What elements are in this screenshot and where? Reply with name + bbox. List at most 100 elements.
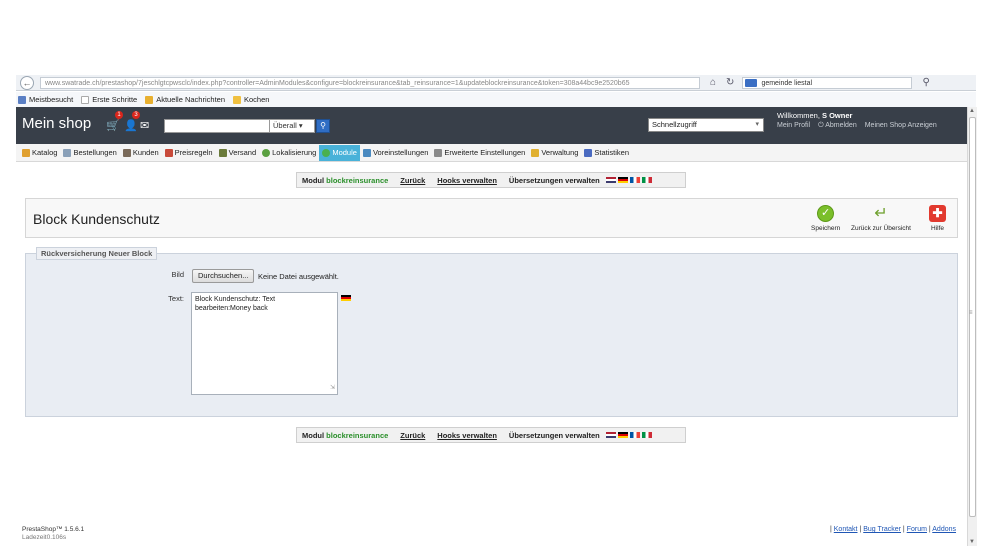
admin-header: Mein shop 🛒 1 👤 3 ✉ Überall ▾ ⚲ Schnellz… [16, 107, 967, 144]
flag-fr-icon[interactable] [629, 432, 640, 438]
back-to-overview-button[interactable]: ↵ Zurück zur Übersicht [851, 205, 911, 232]
tab-verwaltung[interactable]: Verwaltung [528, 145, 581, 161]
scroll-up-icon[interactable]: ▲ [969, 108, 975, 114]
help-button[interactable]: ✚ Hilfe [929, 205, 946, 232]
orders-icon [63, 148, 72, 157]
welcome-text: Willkommen, S Owner [777, 111, 853, 120]
key-icon[interactable]: ⚲ [922, 77, 929, 88]
tab-katalog[interactable]: Katalog [19, 145, 60, 161]
flag-de-icon[interactable] [617, 432, 628, 438]
quick-access-select[interactable]: Schnellzugriff ▾ [648, 118, 764, 132]
tab-bestellungen[interactable]: Bestellungen [60, 145, 119, 161]
view-shop-link[interactable]: Meinen Shop Anzeigen [865, 122, 937, 130]
image-label: Bild [171, 270, 184, 279]
tab-kunden[interactable]: Kunden [120, 145, 162, 161]
admin-search-input[interactable] [164, 119, 270, 133]
language-flag-icon[interactable] [341, 295, 351, 301]
shop-title[interactable]: Mein shop [22, 115, 91, 132]
bug-tracker-link[interactable]: Bug Tracker [863, 526, 901, 533]
customer-icon[interactable]: 👤 [124, 119, 138, 132]
save-button[interactable]: ✓ Speichern [811, 205, 840, 232]
module-bar-top: Modul blockreinsurance Zurück Hooks verw… [296, 172, 686, 188]
flag-en-icon[interactable] [605, 432, 616, 438]
load-time-text: Ladezeit0.106s [22, 534, 67, 541]
back-link[interactable]: Zurück [400, 176, 425, 185]
catalog-icon [22, 148, 30, 157]
header-links: Mein Profil ⏻ Abmelden Meinen Shop Anzei… [777, 122, 937, 130]
translation-flags [605, 177, 652, 183]
page-icon [81, 95, 90, 104]
localization-icon [262, 148, 271, 157]
flag-it-icon[interactable] [641, 432, 652, 438]
key-icon [531, 148, 540, 157]
manage-hooks-link[interactable]: Hooks verwalten [437, 176, 497, 185]
browse-file-button[interactable]: Durchsuchen... [192, 269, 255, 283]
customer-badge: 3 [132, 111, 140, 119]
reload-icon[interactable]: ↻ [726, 77, 734, 88]
bookmark-item[interactable]: Meistbesucht [18, 95, 73, 104]
addons-link[interactable]: Addons [932, 526, 956, 533]
tab-module[interactable]: Module [319, 144, 360, 161]
tab-statistiken[interactable]: Statistiken [581, 145, 632, 161]
profile-link[interactable]: Mein Profil [777, 122, 810, 130]
bookmarks-bar: Meistbesucht Erste Schritte Aktuelle Nac… [16, 92, 976, 107]
module-title: Modul blockreinsurance [302, 430, 389, 440]
messages-icon[interactable]: ✉ [140, 119, 149, 132]
url-field[interactable]: www.swatrade.ch/prestashop/7jeschlgtcpws… [40, 76, 700, 89]
flag-fr-icon[interactable] [629, 177, 640, 183]
search-scope-select[interactable]: Überall ▾ [269, 119, 315, 133]
tab-preisregeln[interactable]: Preisregeln [162, 145, 216, 161]
back-arrow-icon[interactable]: ← [20, 75, 34, 90]
browser-navigation-bar: ← www.swatrade.ch/prestashop/7jeschlgtcp… [16, 75, 976, 91]
footer-version: PrestaShop™ 1.5.6.1 Ladezeit0.106s [22, 526, 84, 542]
footer-links: | Kontakt | Bug Tracker | Forum | Addons [830, 526, 957, 533]
resize-handle-icon[interactable]: ⇲ [330, 384, 335, 393]
module-title: Modul blockreinsurance [302, 175, 389, 185]
search-icon: ⚲ [320, 121, 326, 130]
scroll-grip-icon: ≡ [969, 310, 973, 316]
contact-link[interactable]: Kontakt [834, 526, 858, 533]
tab-lokalisierung[interactable]: Lokalisierung [259, 145, 319, 161]
forum-link[interactable]: Forum [907, 526, 927, 533]
browser-search-value: gemeinde liestal [761, 79, 813, 87]
customers-icon [122, 148, 131, 157]
form-legend: Rückversicherung Neuer Block [36, 247, 158, 260]
cart-badge: 1 [115, 111, 123, 119]
search-button[interactable]: ⚲ [316, 119, 330, 133]
back-link[interactable]: Zurück [400, 431, 425, 440]
bookmark-folder-icon [18, 95, 26, 104]
search-engine-icon[interactable] [745, 78, 758, 87]
modules-icon [322, 148, 331, 157]
page-title: Block Kundenschutz [33, 211, 160, 227]
browser-search-field[interactable]: gemeinde liestal [742, 76, 913, 89]
scroll-thumb[interactable] [969, 117, 976, 517]
tab-voreinstellungen[interactable]: Voreinstellungen [360, 145, 431, 161]
page-scrollbar[interactable]: ▲ ≡ ▼ [967, 107, 977, 546]
flag-it-icon[interactable] [641, 177, 652, 183]
tab-versand[interactable]: Versand [216, 145, 260, 161]
shipping-icon [218, 148, 227, 157]
checkmark-icon: ✓ [817, 205, 835, 222]
text-label: Text: [168, 294, 184, 303]
home-icon[interactable]: ⌂ [710, 77, 716, 88]
file-status: Keine Datei ausgewählt. [258, 272, 339, 281]
flag-de-icon[interactable] [617, 177, 628, 183]
lifebuoy-icon: ✚ [929, 205, 946, 222]
stats-icon [584, 148, 593, 157]
folder-icon [233, 95, 241, 104]
logout-link[interactable]: ⏻ Abmelden [818, 122, 857, 130]
text-textarea[interactable]: Block Kundenschutz: Text bearbeiten:Mone… [191, 292, 338, 395]
cart-icon[interactable]: 🛒 [106, 119, 120, 132]
module-bar-bottom: Modul blockreinsurance Zurück Hooks verw… [296, 427, 686, 443]
bookmark-item[interactable]: Aktuelle Nachrichten [145, 95, 225, 104]
scroll-down-icon[interactable]: ▼ [969, 539, 975, 545]
translation-flags [605, 432, 652, 438]
page-toolbar: Block Kundenschutz ✓ Speichern ↵ Zurück … [25, 198, 958, 238]
bookmark-item[interactable]: Kochen [233, 95, 269, 104]
chevron-down-icon: ▾ [298, 121, 303, 130]
tab-erweiterte-einstellungen[interactable]: Erweiterte Einstellungen [431, 145, 528, 161]
flag-en-icon[interactable] [605, 177, 616, 183]
bookmark-item[interactable]: Erste Schritte [81, 95, 137, 104]
version-text: PrestaShop™ 1.5.6.1 [22, 526, 85, 533]
manage-hooks-link[interactable]: Hooks verwalten [437, 431, 497, 440]
